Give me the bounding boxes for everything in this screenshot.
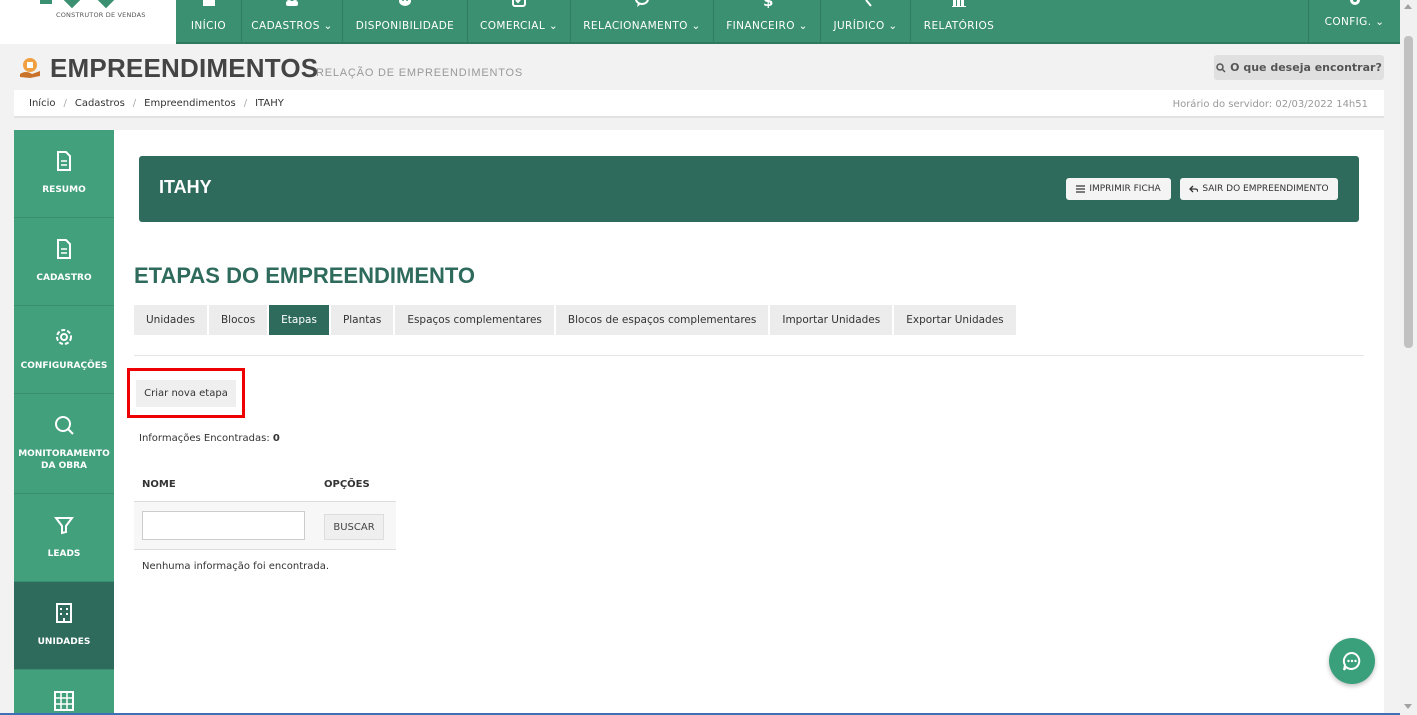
chat-icon: [635, 0, 649, 7]
breadcrumb-separator: /: [63, 98, 67, 109]
logo-mark: [40, 0, 115, 9]
tab-etapas[interactable]: Etapas: [269, 305, 329, 335]
sidebar-item-cadastro[interactable]: CADASTRO: [14, 218, 114, 306]
server-time: Horário do servidor: 02/03/2022 14h51: [1172, 99, 1368, 110]
search-icon: [55, 416, 74, 435]
sidebar-item-configuracoes[interactable]: CONFIGURAÇÕES: [14, 306, 114, 394]
breadcrumb-inicio[interactable]: Início: [29, 98, 55, 109]
document-icon: [57, 151, 71, 171]
column-options-header: OPÇÕES: [324, 479, 370, 490]
global-search-button[interactable]: O que deseja encontrar?: [1214, 55, 1384, 80]
sidebar-item-leads[interactable]: LEADS: [14, 494, 114, 582]
search-icon: [1216, 62, 1226, 73]
scroll-down-arrow[interactable]: [1404, 704, 1412, 709]
nav-config[interactable]: CONFIG. ⌄: [1308, 0, 1400, 44]
dollar-icon: $: [763, 0, 774, 8]
tab-unidades[interactable]: Unidades: [134, 305, 207, 335]
svg-text:$: $: [763, 0, 774, 8]
nav-disponibilidade[interactable]: DISPONIBILIDADE: [343, 0, 468, 44]
nav-relacionamento[interactable]: RELACIONAMENTO ⌄: [571, 0, 714, 44]
chat-button[interactable]: [1329, 638, 1375, 684]
tab-plantas[interactable]: Plantas: [330, 305, 394, 335]
tabs: Unidades Blocos Etapas Plantas Espaços c…: [134, 305, 1016, 335]
gear-icon: [56, 329, 72, 345]
logo[interactable]: CONSTRUTOR DE VENDAS: [0, 0, 176, 44]
tab-blocos[interactable]: Blocos: [208, 305, 268, 335]
project-header: ITAHY IMPRIMIR FICHA SAIR DO EMPREENDIME…: [139, 156, 1359, 222]
create-stage-button[interactable]: Criar nova etapa: [127, 368, 245, 418]
gear-icon: [1349, 0, 1360, 5]
tab-exportar-unidades[interactable]: Exportar Unidades: [894, 305, 1016, 335]
breadcrumb: Início / Cadastros / Empreendimentos / I…: [29, 98, 284, 109]
results-count: Informações Encontradas: 0: [139, 433, 280, 444]
print-sheet-button[interactable]: IMPRIMIR FICHA: [1066, 178, 1171, 200]
reply-icon: [1189, 185, 1199, 193]
nav-relatorios[interactable]: RELATÓRIOS: [911, 0, 1007, 44]
scroll-up-arrow[interactable]: [1404, 4, 1412, 9]
results-count-label: Informações Encontradas:: [139, 433, 270, 444]
nav-juridico[interactable]: JURÍDICO ⌄: [821, 0, 911, 44]
print-sheet-label: IMPRIMIR FICHA: [1089, 184, 1161, 194]
sidebar-item-unidades[interactable]: UNIDADES: [14, 582, 114, 670]
home-icon: [202, 0, 215, 6]
check-square-icon: [512, 0, 526, 7]
funnel-icon: [54, 517, 74, 535]
results-count-value: 0: [272, 433, 280, 444]
list-icon: [1076, 185, 1086, 193]
sidebar: RESUMO CADASTRO CONFIGURAÇÕES MONITORAME…: [14, 130, 114, 715]
empty-message: Nenhuma informação foi encontrada.: [142, 561, 330, 572]
page-title: EMPREENDIMENTOS: [50, 53, 319, 83]
palette-icon: [399, 0, 411, 6]
search-button[interactable]: BUSCAR: [324, 514, 384, 540]
exit-project-button[interactable]: SAIR DO EMPREENDIMENTO: [1180, 178, 1338, 200]
document-icon: [57, 239, 71, 259]
building-icon: [56, 603, 72, 623]
gavel-icon: [860, 0, 872, 7]
building-hand-icon: [20, 58, 40, 78]
scrollbar-thumb[interactable]: [1404, 36, 1413, 348]
logo-subtitle: CONSTRUTOR DE VENDAS: [56, 11, 146, 19]
breadcrumb-empreendimentos[interactable]: Empreendimentos: [144, 98, 236, 109]
nav-cadastros[interactable]: CADASTROS ⌄: [242, 0, 343, 44]
users-icon: [286, 0, 298, 6]
page-subtitle: RELAÇÃO DE EMPREENDIMENTOS: [316, 67, 524, 79]
tab-importar-unidades[interactable]: Importar Unidades: [770, 305, 893, 335]
column-name-header: NOME: [142, 479, 176, 490]
breadcrumb-bar: Início / Cadastros / Empreendimentos / I…: [14, 90, 1384, 118]
breadcrumb-cadastros[interactable]: Cadastros: [75, 98, 125, 109]
tab-blocos-espacos-complementares[interactable]: Blocos de espaços complementares: [555, 305, 769, 335]
sidebar-item-grid[interactable]: [14, 670, 114, 715]
breadcrumb-separator: /: [243, 98, 248, 109]
divider: [134, 355, 1364, 356]
sidebar-item-monitoramento[interactable]: MONITORAMENTO DA OBRA: [14, 394, 114, 494]
chat-bubble-icon: [1342, 651, 1361, 671]
create-stage-label: Criar nova etapa: [136, 379, 236, 407]
breadcrumb-separator: /: [132, 98, 137, 109]
table-header: NOME OPÇÕES: [134, 472, 396, 502]
bar-chart-icon: [952, 0, 966, 7]
tab-espacos-complementares[interactable]: Espaços complementares: [395, 305, 554, 335]
nav-inicio[interactable]: INÍCIO: [176, 0, 242, 44]
stages-table: NOME OPÇÕES BUSCAR: [134, 472, 396, 550]
name-filter-input[interactable]: [142, 511, 305, 540]
filter-row: BUSCAR: [134, 502, 396, 550]
global-search-label: O que deseja encontrar?: [1230, 61, 1382, 74]
breadcrumb-itahy: ITAHY: [255, 98, 284, 109]
nav-comercial[interactable]: COMERCIAL ⌄: [468, 0, 571, 44]
section-title: ETAPAS DO EMPREENDIMENTO: [134, 263, 476, 288]
nav-financeiro[interactable]: $ FINANCEIRO ⌄: [714, 0, 821, 44]
exit-project-label: SAIR DO EMPREENDIMENTO: [1202, 184, 1329, 194]
vertical-scrollbar[interactable]: [1400, 0, 1417, 715]
sidebar-item-resumo[interactable]: RESUMO: [14, 130, 114, 218]
top-navigation: CONSTRUTOR DE VENDAS INÍCIO CADASTROS ⌄ …: [0, 0, 1400, 44]
project-name: ITAHY: [159, 177, 212, 197]
grid-icon: [54, 691, 74, 711]
